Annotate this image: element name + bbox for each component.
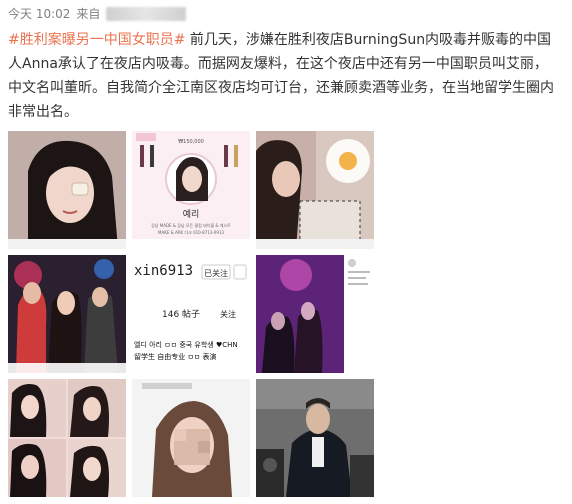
image-thumb-5[interactable]: xin6913 已关注 146 帖子 关注 엘디 아리 ㅁㅁ 중국 유학생 ♥C… bbox=[132, 255, 250, 373]
img2-line1: 강남 MADE & 강남 모든 클럽 테이블 & 게스트 bbox=[151, 222, 231, 228]
post-text: #胜利案曝另一中国女职员# 前几天，涉嫌在胜利夜店BurningSun内吸毒并贩… bbox=[8, 28, 560, 124]
image-thumb-7[interactable] bbox=[8, 379, 126, 497]
hashtag-link[interactable]: #胜利案曝另一中国女职员# bbox=[8, 32, 185, 48]
img5-bio1: 엘디 아리 ㅁㅁ 중국 유학생 ♥CHN bbox=[134, 340, 238, 349]
post-time[interactable]: 今天 10:02 bbox=[8, 5, 70, 22]
image-thumb-4[interactable] bbox=[8, 255, 126, 373]
image-thumb-6[interactable] bbox=[256, 255, 374, 373]
img2-price: ₩150,000 bbox=[178, 139, 204, 145]
image-thumb-9[interactable] bbox=[256, 379, 374, 497]
image-thumb-1[interactable] bbox=[8, 131, 126, 249]
img5-username: xin6913 bbox=[134, 263, 193, 279]
img2-line2: MAKE & ARK 다크 010-8713-0913 bbox=[158, 229, 224, 235]
img5-follow-button: 已关注 bbox=[204, 268, 228, 278]
post-source-label: 来自 bbox=[76, 7, 101, 21]
img5-bio2: 留学生 自由专业 ㅁㅁ 表演 bbox=[134, 352, 217, 361]
img5-stats2: 关注 bbox=[220, 309, 236, 319]
weibo-post: 今天 10:02 来自 #胜利案曝另一中国女职员# 前几天，涉嫌在胜利夜店Bur… bbox=[0, 0, 572, 504]
post-meta: 今天 10:02 来自 bbox=[8, 5, 187, 22]
img2-name: 예리 bbox=[183, 209, 200, 220]
blurred-source bbox=[106, 6, 187, 21]
image-thumb-8[interactable] bbox=[132, 379, 250, 497]
img5-stats: 146 帖子 bbox=[162, 308, 200, 320]
image-thumb-3[interactable] bbox=[256, 131, 374, 249]
image-thumb-2[interactable]: 예리 강남 MADE & 강남 모든 클럽 테이블 & 게스트 MAKE & A… bbox=[132, 131, 250, 249]
